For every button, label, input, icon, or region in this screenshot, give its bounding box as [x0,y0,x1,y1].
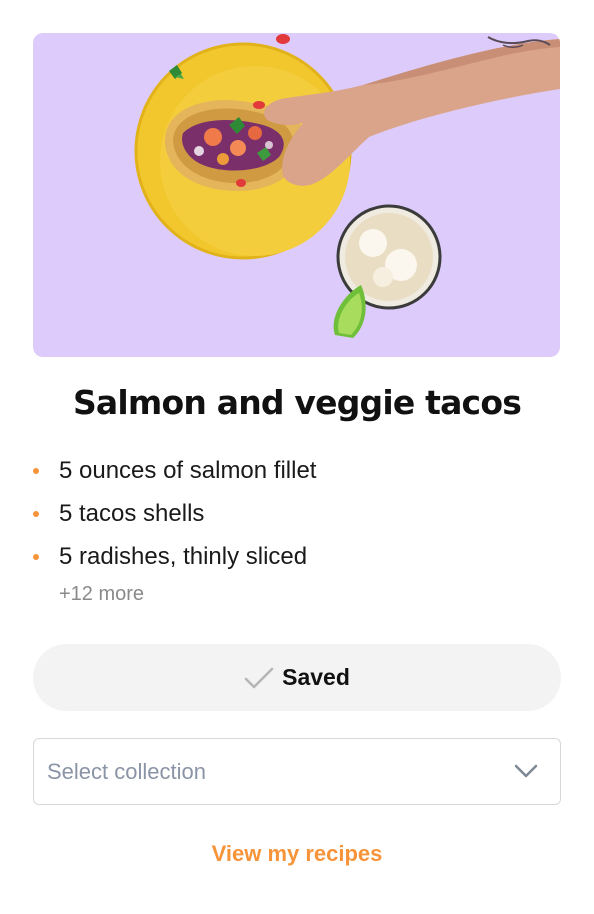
ingredient-item: 5 tacos shells [30,495,316,538]
bullet-icon [33,554,39,560]
ingredient-list: 5 ounces of salmon fillet 5 tacos shells… [30,452,316,581]
view-my-recipes-link[interactable]: View my recipes [0,841,594,867]
recipe-image [33,33,560,357]
ingredient-item: 5 radishes, thinly sliced [30,538,316,581]
bullet-icon [33,468,39,474]
saved-button[interactable]: Saved [33,644,561,711]
more-ingredients-link[interactable]: +12 more [59,583,144,606]
ingredient-text: 5 radishes, thinly sliced [59,543,308,570]
collection-select-placeholder: Select collection [47,759,206,784]
chevron-down-icon [514,764,538,778]
bullet-icon [33,511,39,517]
ingredient-item: 5 ounces of salmon fillet [30,452,316,495]
recipe-title: Salmon and veggie tacos [72,383,522,422]
saved-button-label: Saved [282,664,350,690]
collection-select[interactable]: Select collection [33,738,561,805]
ingredient-text: 5 tacos shells [59,500,205,527]
check-icon [244,667,274,688]
ingredient-text: 5 ounces of salmon fillet [59,457,317,484]
